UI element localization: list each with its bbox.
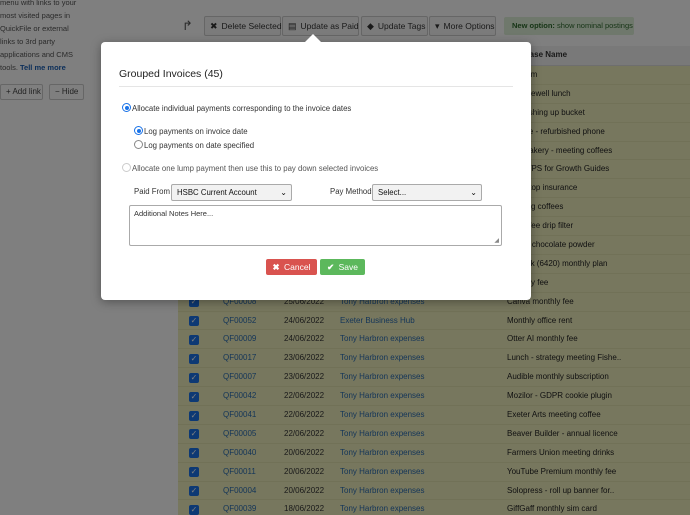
label-log-date-specified[interactable]: Log payments on date specified bbox=[144, 141, 254, 150]
radio-allocate-individual[interactable] bbox=[122, 103, 131, 112]
notes-text: Additional Notes Here... bbox=[134, 209, 214, 218]
paid-from-select[interactable]: HSBC Current Account ⌄ bbox=[171, 184, 292, 201]
pay-method-value: Select... bbox=[378, 188, 407, 197]
label-log-invoice-date[interactable]: Log payments on invoice date bbox=[144, 127, 248, 136]
paid-from-value: HSBC Current Account bbox=[177, 188, 257, 197]
label-allocate-individual[interactable]: Allocate individual payments correspondi… bbox=[132, 104, 351, 113]
radio-allocate-lump[interactable] bbox=[122, 163, 131, 172]
radio-log-invoice-date[interactable] bbox=[134, 126, 143, 135]
check-icon: ✔ bbox=[327, 262, 335, 272]
close-icon: ✖ bbox=[272, 262, 280, 272]
modal-divider bbox=[119, 86, 513, 87]
paid-from-label: Paid From bbox=[134, 187, 170, 196]
save-label: Save bbox=[338, 262, 358, 272]
pay-method-select[interactable]: Select... ⌄ bbox=[372, 184, 482, 201]
chevron-down-icon: ⌄ bbox=[470, 188, 477, 197]
chevron-down-icon: ⌄ bbox=[280, 188, 287, 197]
label-allocate-lump[interactable]: Allocate one lump payment then use this … bbox=[132, 164, 378, 173]
resize-grip-icon[interactable]: ◢ bbox=[494, 237, 499, 244]
cancel-button[interactable]: ✖ Cancel bbox=[266, 259, 317, 275]
cancel-label: Cancel bbox=[284, 262, 311, 272]
radio-log-date-specified[interactable] bbox=[134, 140, 143, 149]
popover-arrow bbox=[305, 34, 321, 42]
save-button[interactable]: ✔ Save bbox=[320, 259, 365, 275]
additional-notes-textarea[interactable]: Additional Notes Here... ◢ bbox=[129, 205, 502, 246]
pay-method-label: Pay Method bbox=[330, 187, 372, 196]
modal-title: Grouped Invoices (45) bbox=[119, 68, 223, 80]
grouped-invoices-modal: Grouped Invoices (45) Allocate individua… bbox=[101, 34, 531, 300]
